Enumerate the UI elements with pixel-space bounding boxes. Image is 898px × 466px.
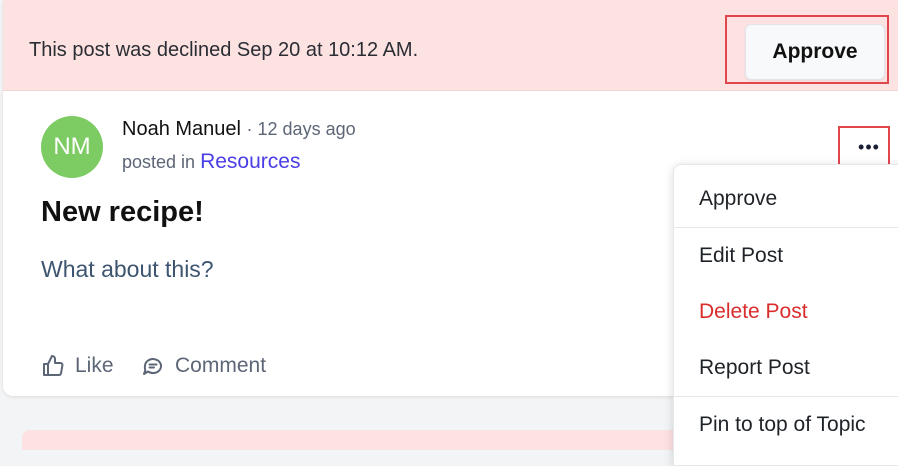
- menu-item-pin-to-top[interactable]: Pin to top of Topic: [674, 397, 898, 453]
- post-time: · 12 days ago: [246, 119, 356, 139]
- post-body: What about this?: [41, 256, 214, 282]
- avatar[interactable]: NM: [41, 116, 103, 178]
- posted-in-label: posted in: [122, 152, 196, 172]
- post-title: New recipe!: [41, 196, 204, 228]
- approve-button[interactable]: Approve: [745, 24, 885, 80]
- comment-label: Comment: [175, 354, 267, 377]
- menu-item-approve[interactable]: Approve: [674, 171, 898, 227]
- topic-link[interactable]: Resources: [200, 150, 300, 173]
- menu-item-delete-post[interactable]: Delete Post: [674, 284, 898, 340]
- author-name[interactable]: Noah Manuel: [122, 118, 241, 140]
- more-options-button[interactable]: •••: [849, 132, 889, 162]
- comment-icon: [143, 358, 162, 375]
- declined-banner: This post was declined Sep 20 at 10:12 A…: [3, 0, 898, 91]
- thumbs-up-icon: [43, 355, 64, 376]
- declined-message: This post was declined Sep 20 at 10:12 A…: [29, 39, 419, 61]
- posted-in-line: posted in Resources: [122, 150, 300, 174]
- author-line: Noah Manuel · 12 days ago: [122, 118, 356, 141]
- post-options-menu: Approve Edit Post Delete Post Report Pos…: [673, 164, 898, 466]
- like-label: Like: [75, 354, 114, 377]
- like-button[interactable]: Like: [41, 354, 114, 378]
- comment-button[interactable]: Comment: [141, 354, 266, 378]
- menu-item-edit-post[interactable]: Edit Post: [674, 228, 898, 284]
- menu-item-report-post[interactable]: Report Post: [674, 340, 898, 396]
